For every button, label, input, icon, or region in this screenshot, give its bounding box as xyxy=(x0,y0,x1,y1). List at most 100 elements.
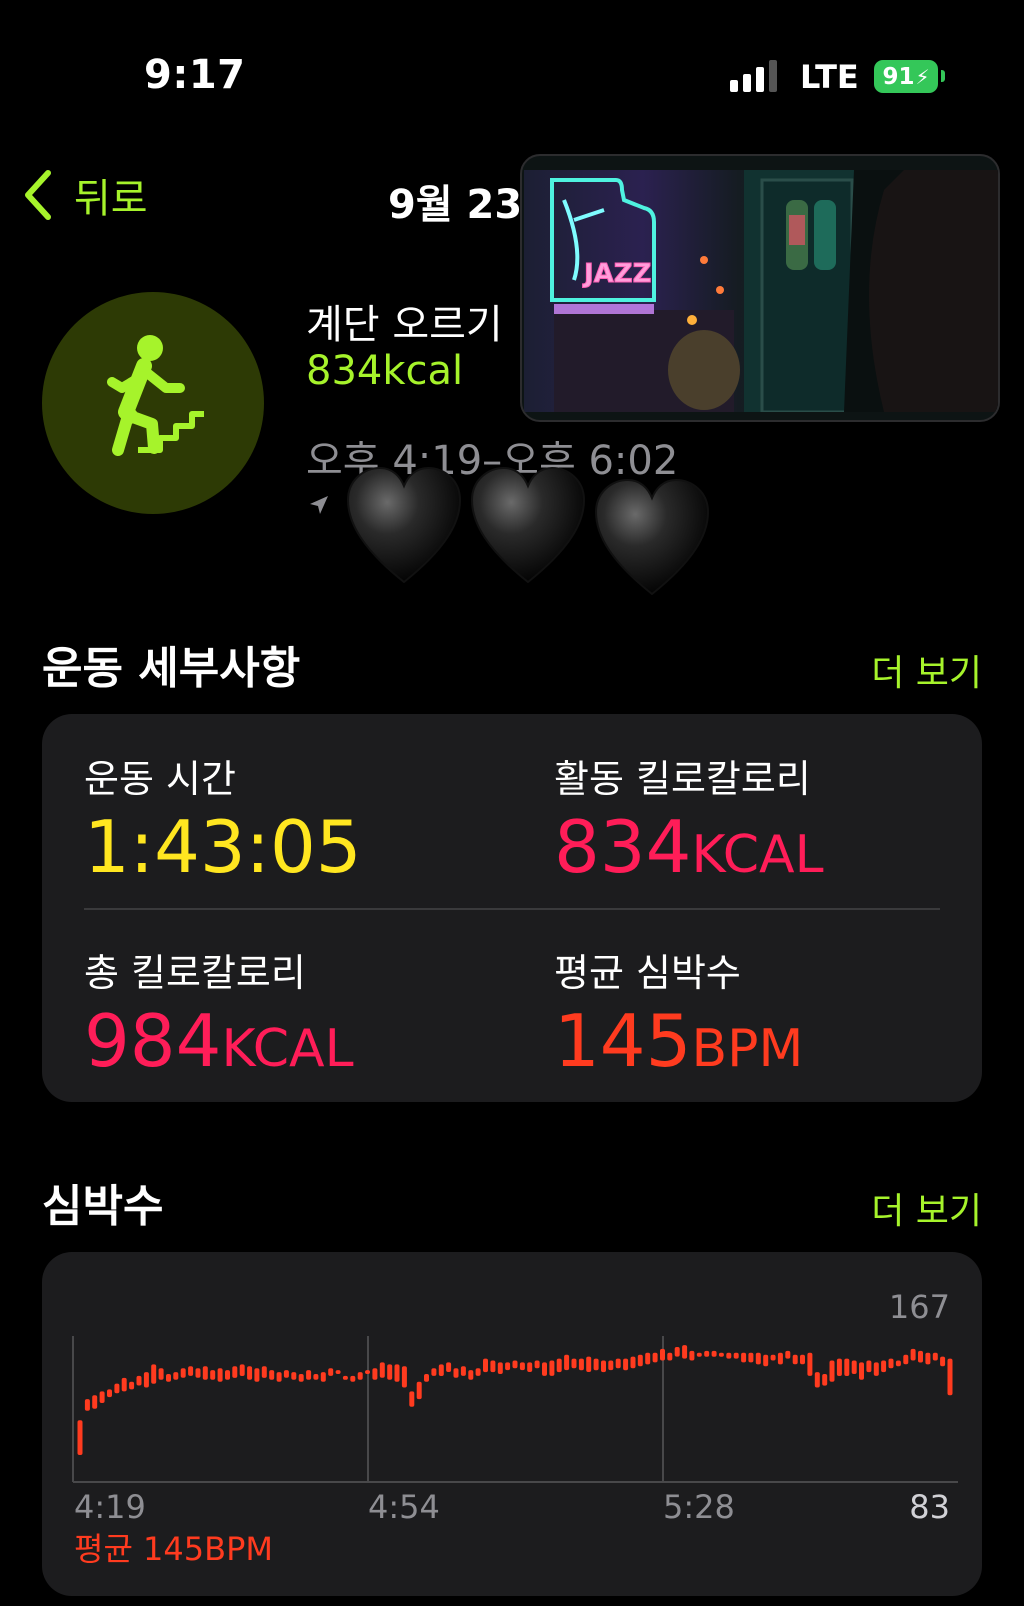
heart-rate-bar xyxy=(372,1368,378,1380)
heart-rate-bar xyxy=(350,1375,356,1382)
chart-time-label: 4:19 xyxy=(74,1488,146,1526)
heart-rate-bar xyxy=(682,1345,688,1359)
heart-rate-bar xyxy=(453,1368,459,1378)
heart-rate-bar xyxy=(505,1362,511,1371)
heart-rate-bar xyxy=(320,1372,326,1382)
heart-rate-bar xyxy=(667,1352,673,1361)
heart-rate-bar xyxy=(571,1358,577,1369)
heart-rate-bar xyxy=(173,1372,179,1380)
heart-rate-bar xyxy=(92,1395,98,1409)
heart-rate-bar xyxy=(910,1348,916,1361)
heart-rate-bar xyxy=(763,1354,769,1367)
heart-rate-bar xyxy=(283,1370,289,1378)
heart-rate-bar xyxy=(239,1364,245,1376)
heart-rate-bar xyxy=(276,1372,282,1382)
heart-rate-bar xyxy=(247,1366,253,1380)
chart-time-label: 4:54 xyxy=(368,1488,440,1526)
chart-min-label: 83 xyxy=(909,1488,950,1526)
heart-rate-bar xyxy=(151,1364,157,1384)
heart-rate-bar xyxy=(431,1368,437,1376)
heart-rate-bar xyxy=(438,1364,444,1376)
heart-rate-bar xyxy=(269,1370,275,1380)
heart-rate-bar xyxy=(483,1358,488,1373)
heart-rate-bar xyxy=(387,1364,393,1380)
heart-rate-bar xyxy=(166,1374,171,1382)
heart-rate-bar xyxy=(232,1366,238,1378)
heart-rate-bar xyxy=(696,1352,702,1357)
chart-time-label: 5:28 xyxy=(663,1488,735,1526)
heart-rate-bar xyxy=(225,1370,230,1380)
heart-rate-bar xyxy=(180,1368,186,1378)
heart-rate-bar xyxy=(807,1352,813,1376)
heart-rate-bar xyxy=(637,1354,643,1367)
heart-rate-bar xyxy=(217,1368,223,1382)
heart-rate-bar xyxy=(446,1362,452,1372)
heart-rate-bar xyxy=(84,1399,90,1411)
heart-rate-bar xyxy=(932,1352,938,1361)
heart-rate-bar xyxy=(188,1366,194,1376)
heart-rate-bar xyxy=(792,1354,798,1365)
heart-rate-bar xyxy=(77,1420,83,1455)
heart-rate-bar xyxy=(645,1352,651,1365)
heart-rate-bar xyxy=(335,1370,341,1374)
heart-rate-bar xyxy=(114,1383,120,1394)
heart-rate-bar xyxy=(357,1372,363,1380)
heart-rate-bar xyxy=(881,1360,887,1373)
heart-rate-bar xyxy=(136,1375,142,1386)
heart-rate-bar xyxy=(726,1352,732,1359)
heart-rate-bar xyxy=(306,1370,312,1380)
heart-rate-bar xyxy=(586,1356,592,1372)
heart-rate-bar xyxy=(556,1358,562,1373)
heart-rate-bar xyxy=(866,1360,872,1373)
heart-rate-bar xyxy=(195,1368,201,1378)
heart-rate-bar xyxy=(785,1350,791,1359)
heart-rate-bar xyxy=(401,1366,407,1388)
heart-rate-bar xyxy=(689,1350,695,1361)
heart-rate-bar xyxy=(770,1354,776,1361)
heart-rate-bar xyxy=(844,1358,850,1376)
heart-rate-bar xyxy=(342,1375,348,1380)
heart-rate-bar xyxy=(733,1352,739,1359)
heart-rate-bar xyxy=(365,1370,370,1374)
heart-rate-bar xyxy=(490,1360,496,1373)
heart-rate-bar xyxy=(409,1391,415,1407)
heart-rate-bar xyxy=(512,1360,518,1369)
heart-rate-bar xyxy=(925,1352,931,1365)
heart-rate-bar xyxy=(918,1350,923,1363)
heart-rate-bar xyxy=(534,1360,540,1369)
heart-rate-bar xyxy=(652,1352,658,1363)
heart-rate-bar xyxy=(549,1360,555,1376)
heart-rate-bar xyxy=(623,1358,629,1371)
heart-rate-bar xyxy=(578,1358,584,1371)
chart-max-label: 167 xyxy=(888,1288,950,1326)
heart-rate-bar xyxy=(298,1374,304,1382)
heart-rate-bar xyxy=(564,1354,570,1371)
heart-rate-bar xyxy=(814,1372,820,1388)
heart-rate-bar xyxy=(497,1362,503,1374)
heart-rate-chart xyxy=(72,1336,958,1483)
heart-rate-bar xyxy=(121,1377,127,1392)
heart-rate-bar xyxy=(940,1356,946,1367)
heart-rate-bar xyxy=(129,1381,135,1390)
heart-rate-bar xyxy=(674,1347,680,1357)
heart-rate-bar xyxy=(107,1389,112,1398)
heart-rate-bar xyxy=(829,1360,835,1382)
heart-rate-bar xyxy=(593,1358,599,1371)
heart-rate-bar xyxy=(527,1362,533,1372)
heart-rate-bar xyxy=(873,1362,879,1376)
heart-rate-bar xyxy=(475,1368,481,1376)
heart-rate-bar xyxy=(608,1360,614,1371)
heart-rate-bar xyxy=(859,1362,864,1380)
heart-rate-bar xyxy=(741,1352,747,1363)
heart-rate-bar xyxy=(424,1374,429,1382)
heart-rate-bar xyxy=(777,1352,783,1365)
heart-rate-bar xyxy=(630,1356,636,1369)
heart-rate-bar xyxy=(468,1370,474,1380)
heart-rate-bar xyxy=(519,1362,525,1371)
heart-rate-bar xyxy=(416,1381,422,1400)
chart-average-label: 평균 145BPM xyxy=(74,1530,273,1568)
heart-rate-bar xyxy=(394,1364,400,1382)
heart-rate-bar xyxy=(851,1360,857,1374)
heart-rate-bar xyxy=(888,1358,894,1369)
heart-rate-bar xyxy=(328,1368,334,1376)
